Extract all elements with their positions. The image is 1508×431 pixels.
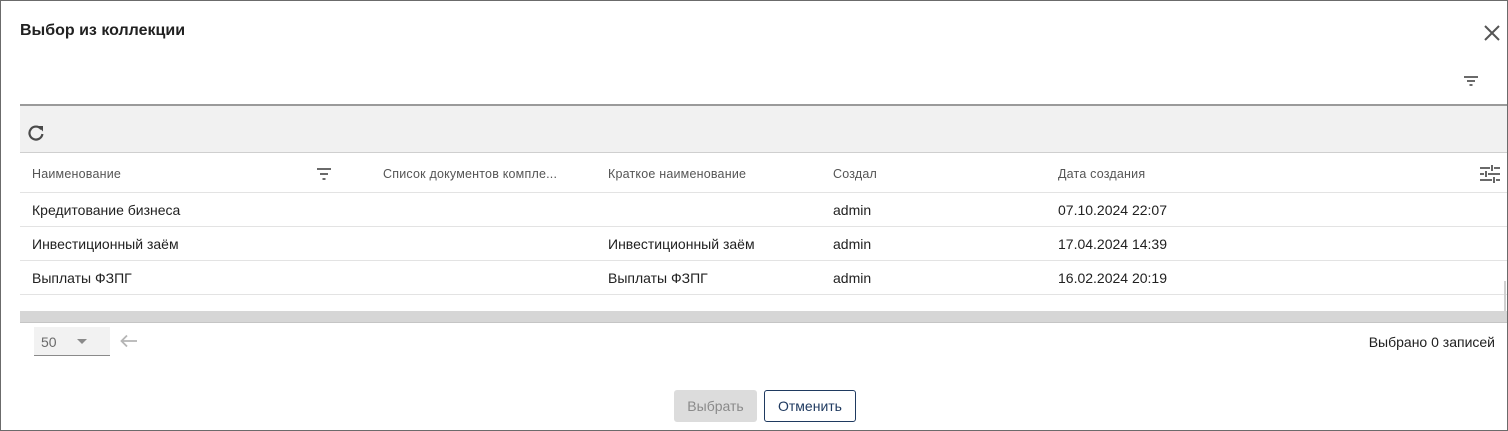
dialog-title: Выбор из коллекции xyxy=(20,22,186,39)
column-header-created-by[interactable]: Создал xyxy=(833,155,1043,192)
cell-short-name xyxy=(608,193,818,226)
grid-toolbar xyxy=(20,104,1507,153)
cell-created-date: 16.02.2024 20:19 xyxy=(1058,269,1167,286)
selected-count: Выбрано 0 записей xyxy=(1368,334,1495,350)
cell-short-name: Инвестиционный заём xyxy=(608,235,755,252)
page-size-value: 50 xyxy=(41,334,57,350)
cell-created-date: 07.10.2024 22:07 xyxy=(1058,201,1167,218)
arrow-left-icon[interactable] xyxy=(119,333,139,349)
cell-name: Инвестиционный заём xyxy=(32,235,179,252)
column-header-created-date[interactable]: Дата создания xyxy=(1058,155,1268,192)
column-header-documents[interactable]: Список документов компле... xyxy=(383,155,573,192)
collection-dialog: Выбор из коллекции Наименование Список д… xyxy=(0,0,1508,431)
close-icon[interactable] xyxy=(1481,22,1503,44)
select-button[interactable]: Выбрать xyxy=(674,390,757,422)
column-filter-icon[interactable] xyxy=(316,167,332,181)
cell-name: Кредитование бизнеса xyxy=(32,201,181,218)
cell-created-by: admin xyxy=(833,269,872,286)
cell-documents xyxy=(383,261,573,294)
column-header-short-name[interactable]: Краткое наименование xyxy=(608,155,818,192)
table-row[interactable]: Выплаты ФЗПГ Выплаты ФЗПГ admin 16.02.20… xyxy=(20,261,1507,295)
cell-created-by: admin xyxy=(833,235,872,252)
cancel-button[interactable]: Отменить xyxy=(764,390,856,422)
cell-created-date: 17.04.2024 14:39 xyxy=(1058,235,1167,252)
data-grid: Наименование Список документов компле...… xyxy=(20,155,1507,295)
horizontal-scrollbar[interactable] xyxy=(20,311,1507,323)
refresh-icon[interactable] xyxy=(26,123,46,143)
cell-name: Выплаты ФЗПГ xyxy=(32,269,132,286)
cell-created-by: admin xyxy=(833,201,872,218)
filter-icon[interactable] xyxy=(1461,72,1481,90)
column-header-name[interactable]: Наименование xyxy=(32,155,312,192)
tune-icon[interactable] xyxy=(1479,164,1501,184)
table-row[interactable]: Кредитование бизнеса admin 07.10.2024 22… xyxy=(20,193,1507,227)
table-row[interactable]: Инвестиционный заём Инвестиционный заём … xyxy=(20,227,1507,261)
caret-down-icon xyxy=(77,339,87,344)
grid-header: Наименование Список документов компле...… xyxy=(20,155,1507,193)
cell-documents xyxy=(383,227,573,260)
page-size-select[interactable]: 50 xyxy=(34,327,110,356)
vertical-scrollbar[interactable] xyxy=(1504,281,1506,311)
cell-short-name: Выплаты ФЗПГ xyxy=(608,269,708,286)
cell-documents xyxy=(383,193,573,226)
